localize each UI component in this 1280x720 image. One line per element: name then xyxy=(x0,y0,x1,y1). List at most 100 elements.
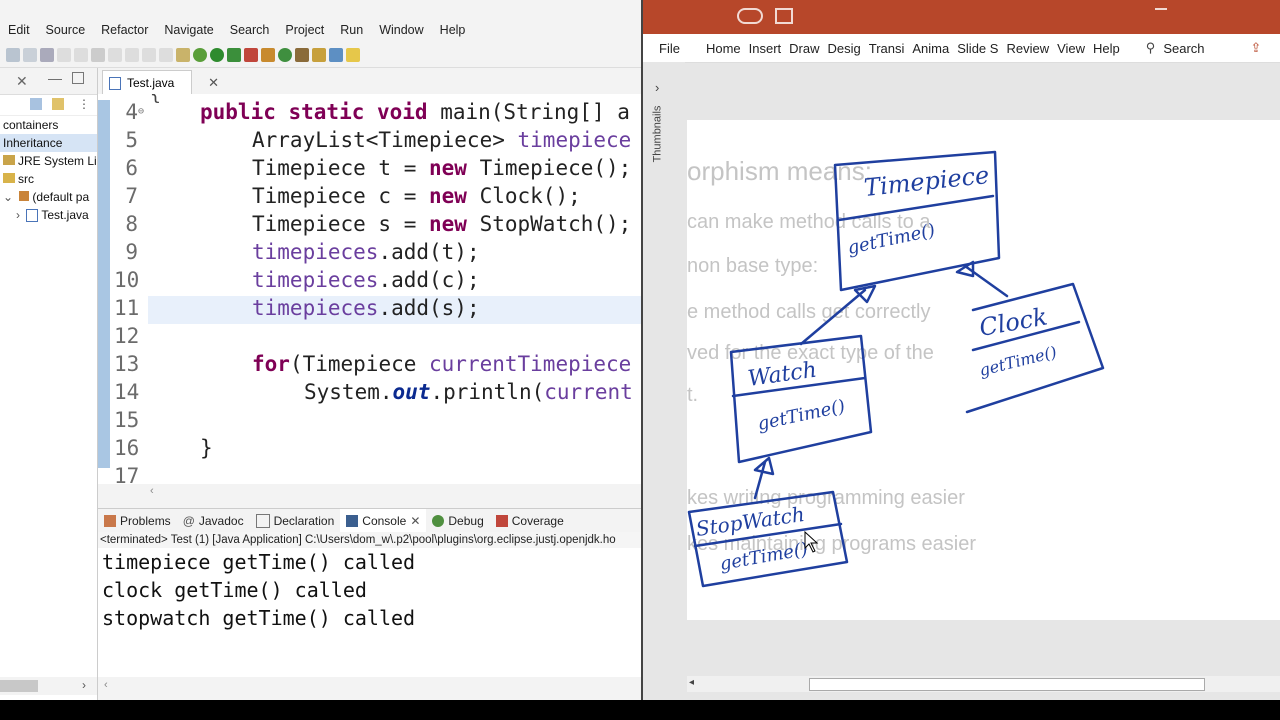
run-icon[interactable] xyxy=(210,47,224,62)
ribbon-tab-review[interactable]: Review xyxy=(1002,41,1053,56)
menu-window[interactable]: Window xyxy=(371,23,431,37)
powerpoint-window: File Home Insert Draw Desig Transi Anima… xyxy=(643,0,1280,700)
slide-bullet: ved for the exact type of the xyxy=(687,342,934,364)
scrollbar-thumb[interactable] xyxy=(0,680,38,692)
tree-item-default-package[interactable]: ⌄ (default pa xyxy=(0,188,97,206)
tree-item-inheritance[interactable]: Inheritance xyxy=(0,134,97,152)
minimize-icon[interactable] xyxy=(1155,8,1167,10)
annotation-icon[interactable] xyxy=(346,47,360,62)
tab-coverage[interactable]: Coverage xyxy=(490,514,570,528)
menu-navigate[interactable]: Navigate xyxy=(156,23,221,37)
menu-edit[interactable]: Edit xyxy=(0,23,38,37)
slide-bullet: non base type: xyxy=(687,255,819,277)
share-icon[interactable]: ⇪ xyxy=(1209,40,1266,56)
ribbon-tab-animations[interactable]: Anima xyxy=(908,41,953,56)
eclipse-window: Edit Source Refactor Navigate Search Pro… xyxy=(0,0,641,700)
tree-item-test-java[interactable]: › Test.java xyxy=(0,206,97,224)
minimize-icon[interactable]: — xyxy=(48,70,62,86)
collapse-all-icon[interactable] xyxy=(30,98,42,110)
tree-item-test-java-label: Test.java xyxy=(41,208,89,222)
close-icon[interactable]: ✕ xyxy=(16,73,28,90)
tab-console[interactable]: Console ✕ xyxy=(340,509,427,533)
tab-javadoc[interactable]: @ Javadoc xyxy=(177,514,250,528)
new-java-project-icon[interactable] xyxy=(261,47,275,62)
ribbon-tab-draw[interactable]: Draw xyxy=(785,41,823,56)
scroll-left-icon[interactable]: ◂ xyxy=(689,677,694,688)
resume-icon[interactable] xyxy=(57,47,71,62)
fold-icon[interactable]: ⊖ xyxy=(138,106,144,117)
tab-debug[interactable]: Debug xyxy=(426,514,489,528)
ribbon-tab-home[interactable]: Home xyxy=(702,41,745,56)
editor-tab-label: Test.java xyxy=(127,76,175,90)
search-tool-icon[interactable] xyxy=(312,47,326,62)
code-editor[interactable]: { 4 ⊖ public static void main(String[] a… xyxy=(98,94,641,500)
step-over-icon[interactable] xyxy=(142,47,156,62)
ribbon-tab-design[interactable]: Desig xyxy=(824,41,865,56)
menu-source[interactable]: Source xyxy=(38,23,94,37)
tab-problems[interactable]: Problems xyxy=(98,514,177,528)
close-tab-icon[interactable]: ✕ xyxy=(410,514,420,528)
terminate-icon[interactable] xyxy=(91,47,105,62)
ribbon-tab-insert[interactable]: Insert xyxy=(745,41,786,56)
line-number: 14 xyxy=(114,380,140,404)
ribbon-tab-file[interactable]: File xyxy=(643,41,702,56)
package-explorer-scrollbar[interactable]: › xyxy=(0,677,97,695)
disconnect-icon[interactable] xyxy=(108,47,122,62)
menu-run[interactable]: Run xyxy=(332,23,371,37)
tree-item-containers[interactable]: containers xyxy=(0,116,97,134)
ribbon-tab-slideshow[interactable]: Slide S xyxy=(953,41,1002,56)
slide-horizontal-scrollbar[interactable]: ◂ xyxy=(687,676,1280,692)
console-view[interactable]: <terminated> Test (1) [Java Application]… xyxy=(98,532,641,677)
step-return-icon[interactable] xyxy=(159,47,173,62)
chevron-right-icon[interactable]: › xyxy=(16,208,20,222)
line-number: 9 xyxy=(125,240,138,264)
external-tools-icon[interactable] xyxy=(244,47,258,62)
expand-thumbnails-icon[interactable]: › xyxy=(655,80,659,95)
ribbon-tab-view[interactable]: View xyxy=(1053,41,1089,56)
search-icon[interactable]: ⚲ xyxy=(1124,40,1160,56)
maximize-icon[interactable] xyxy=(72,72,84,84)
ribbon-tab-transitions[interactable]: Transi xyxy=(865,41,909,56)
coverage-icon[interactable] xyxy=(227,47,241,62)
autosave-toggle[interactable] xyxy=(737,8,763,24)
console-horizontal-scrollbar[interactable]: ‹ xyxy=(98,677,641,695)
scroll-left-icon[interactable]: ‹ xyxy=(104,679,108,691)
editor-tab-test-java[interactable]: Test.java ✕ xyxy=(102,70,219,94)
menu-search[interactable]: Search xyxy=(222,23,278,37)
link-editor-icon[interactable] xyxy=(52,98,64,110)
scrollbar-thumb[interactable] xyxy=(809,678,1205,691)
suspend-icon[interactable] xyxy=(74,47,88,62)
save-all-icon[interactable] xyxy=(23,47,37,62)
line-number: 5 xyxy=(125,128,138,152)
menu-refactor[interactable]: Refactor xyxy=(93,23,156,37)
open-type-icon[interactable] xyxy=(295,47,309,62)
tab-declaration[interactable]: Declaration xyxy=(250,514,341,528)
menu-project[interactable]: Project xyxy=(277,23,332,37)
use-step-filters-icon[interactable] xyxy=(176,47,190,62)
code-line-9: timepieces.add(t); xyxy=(252,240,480,264)
code-line-13: for(Timepiece currentTimepiece xyxy=(252,352,632,376)
view-menu-icon[interactable]: ⋮ xyxy=(78,97,90,111)
code-line-16: } xyxy=(200,436,213,460)
scroll-right-icon[interactable]: › xyxy=(82,678,86,692)
save-icon[interactable] xyxy=(6,47,20,62)
close-tab-icon[interactable]: ✕ xyxy=(208,71,219,95)
pin-icon[interactable] xyxy=(329,47,343,62)
tree-item-src[interactable]: src xyxy=(0,170,97,188)
menu-help[interactable]: Help xyxy=(432,23,474,37)
save-icon[interactable] xyxy=(775,8,793,24)
ribbon-search[interactable]: Search xyxy=(1159,41,1208,56)
chevron-down-icon[interactable]: ⌄ xyxy=(3,190,13,204)
editor-horizontal-scrollbar[interactable]: ‹ xyxy=(98,484,641,500)
scroll-left-icon[interactable]: ‹ xyxy=(150,485,154,497)
debug-icon xyxy=(432,515,445,527)
new-class-icon[interactable] xyxy=(278,47,292,62)
debug-icon[interactable] xyxy=(193,47,207,62)
skip-breakpoints-icon[interactable] xyxy=(40,47,54,62)
step-into-icon[interactable] xyxy=(125,47,139,62)
tree-item-jre[interactable]: JRE System Lib xyxy=(0,152,97,170)
ribbon-tab-help[interactable]: Help xyxy=(1089,41,1124,56)
slide-canvas[interactable]: orphism means: can make method calls to … xyxy=(687,120,1280,620)
eclipse-toolbar xyxy=(0,42,641,68)
thumbnails-label[interactable]: Thumbnails xyxy=(651,106,663,163)
